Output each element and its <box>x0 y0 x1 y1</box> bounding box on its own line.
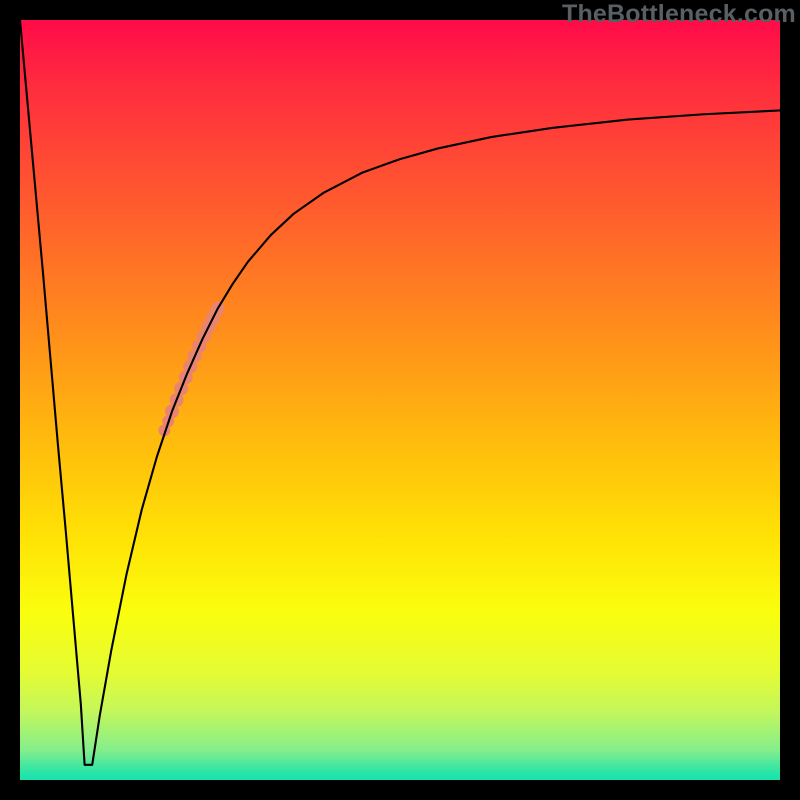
bottleneck-curve <box>20 20 780 765</box>
highlight-dots <box>158 302 224 437</box>
watermark-text: TheBottleneck.com <box>562 0 796 29</box>
plot-area <box>20 20 780 780</box>
chart-container: TheBottleneck.com <box>0 0 800 800</box>
curve-layer <box>20 20 780 780</box>
